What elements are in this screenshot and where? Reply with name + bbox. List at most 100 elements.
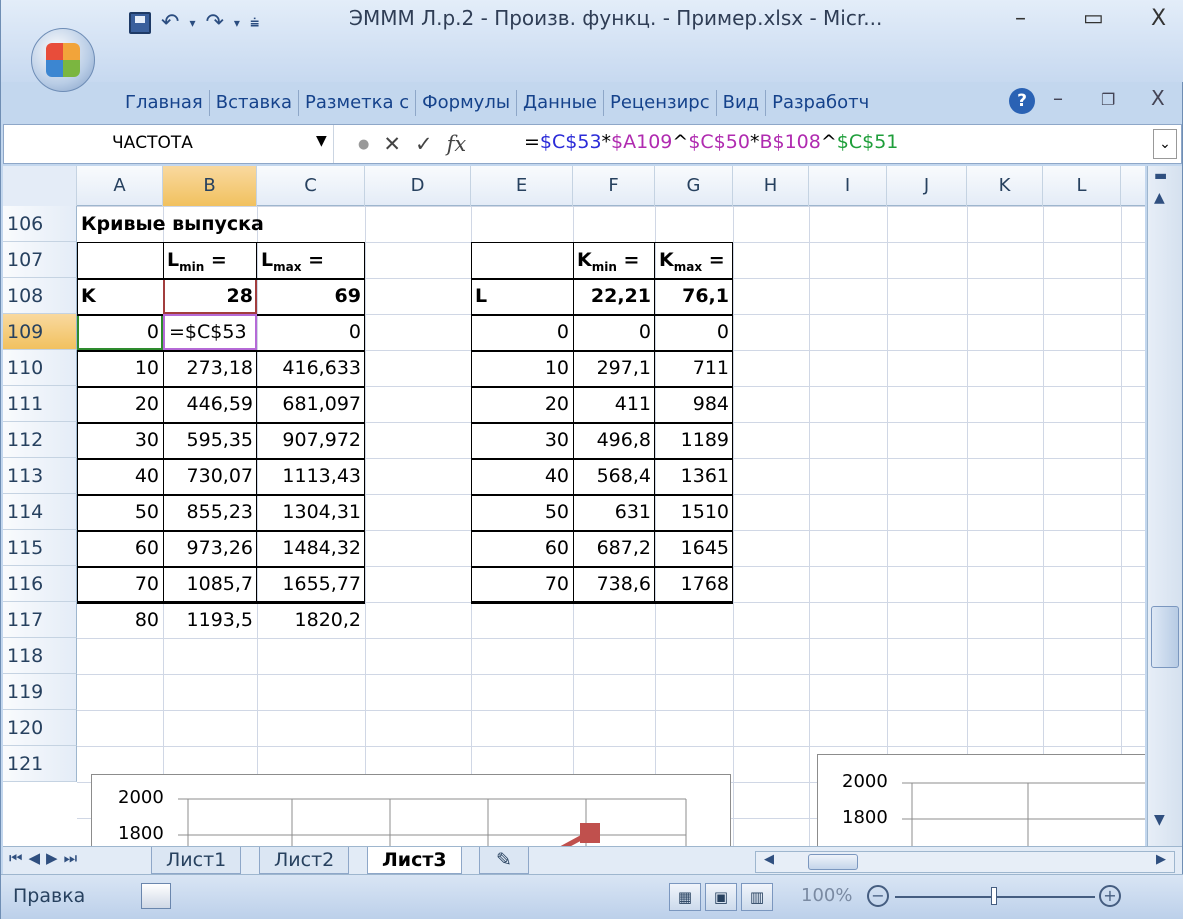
scroll-down-icon[interactable]: ▼ [1154, 812, 1165, 828]
horizontal-scrollbar[interactable]: ◀ ▶ [755, 851, 1175, 873]
table2-cell[interactable]: 568,4 [573, 458, 655, 494]
redo-dropdown-icon[interactable]: ▾ [234, 8, 240, 38]
table2-cell[interactable]: 10 [471, 350, 573, 386]
row-header[interactable]: 117 [3, 602, 77, 638]
page-break-view-icon[interactable]: ▥ [741, 883, 773, 911]
row-header[interactable]: 121 [3, 746, 77, 782]
column-header[interactable]: D [365, 166, 471, 206]
row-header[interactable]: 119 [3, 674, 77, 710]
table1-cell[interactable]: 1820,2 [257, 602, 365, 638]
column-header[interactable]: E [471, 166, 573, 206]
row-header[interactable]: 111 [3, 386, 77, 422]
table1-cell[interactable]: 70 [77, 566, 163, 602]
sheet-tab-1[interactable]: Лист1 [151, 847, 242, 874]
table1-cell[interactable]: 907,972 [257, 422, 365, 458]
column-header[interactable]: I [809, 166, 887, 206]
table1-cell[interactable]: 1113,43 [257, 458, 365, 494]
table1-cell[interactable]: 1655,77 [257, 566, 365, 602]
table2-cell[interactable]: 1510 [655, 494, 733, 530]
zoom-out-icon[interactable]: − [867, 885, 889, 907]
row-header[interactable]: 108 [3, 278, 77, 314]
zoom-slider-thumb[interactable] [991, 887, 997, 905]
table1-cell[interactable]: 50 [77, 494, 163, 530]
customize-qat-icon[interactable]: ⩧ [250, 8, 259, 38]
row-header[interactable]: 118 [3, 638, 77, 674]
ribbon-restore-button[interactable]: ❐ [1101, 90, 1115, 109]
column-header[interactable]: A [77, 166, 163, 206]
table2-cell[interactable]: 631 [573, 494, 655, 530]
table2-cell[interactable]: 711 [655, 350, 733, 386]
column-header[interactable]: C [257, 166, 365, 206]
insert-function-icon[interactable]: fx [447, 132, 467, 156]
tab-home[interactable]: Главная [119, 90, 210, 116]
table1-cell[interactable]: 730,07 [163, 458, 257, 494]
formula-input[interactable]: =$C$53*$A109^$C$50*B$108^$C$51 [524, 131, 898, 153]
tab-view[interactable]: Вид [717, 90, 767, 116]
sheet-heading[interactable]: Кривые выпуска [81, 206, 264, 242]
sheet-tab-3[interactable]: Лист3 [367, 847, 462, 874]
row-header[interactable]: 110 [3, 350, 77, 386]
table2-cell[interactable]: 0 [471, 314, 573, 350]
table1-cell[interactable]: 855,23 [163, 494, 257, 530]
table2-cell[interactable]: 411 [573, 386, 655, 422]
table2-cell[interactable]: 20 [471, 386, 573, 422]
kmax-value[interactable]: 76,1 [655, 278, 733, 314]
table1-cell[interactable]: 681,097 [257, 386, 365, 422]
tab-developer[interactable]: Разработч [766, 90, 875, 116]
l-label[interactable]: L [475, 278, 487, 314]
table1-cell[interactable]: 30 [77, 422, 163, 458]
undo-icon[interactable]: ↶ [161, 8, 179, 38]
column-header[interactable]: H [733, 166, 809, 206]
tab-data[interactable]: Данные [517, 90, 604, 116]
chevron-down-icon[interactable]: ▼ [316, 133, 327, 149]
row-header[interactable]: 107 [3, 242, 77, 278]
table2-cell[interactable]: 1361 [655, 458, 733, 494]
table1-cell[interactable]: 273,18 [163, 350, 257, 386]
lmin-label[interactable]: Lmin = [167, 242, 227, 278]
ribbon-close-button[interactable]: X [1151, 86, 1165, 110]
sheet-tab-2[interactable]: Лист2 [259, 847, 350, 874]
table2-cell[interactable]: 1768 [655, 566, 733, 602]
undo-dropdown-icon[interactable]: ▾ [189, 8, 195, 38]
scroll-thumb[interactable] [1151, 606, 1179, 668]
table1-cell[interactable]: 20 [77, 386, 163, 422]
help-icon[interactable]: ? [1009, 88, 1035, 114]
scroll-up-icon[interactable]: ▲ [1154, 190, 1165, 206]
table1-cell[interactable]: 1304,31 [257, 494, 365, 530]
split-box-icon[interactable]: ▬ [1154, 168, 1167, 184]
sheet-nav-icons[interactable]: ⏮◀▶⏭ [9, 849, 83, 867]
tab-formulas[interactable]: Формулы [416, 90, 518, 116]
column-header[interactable]: K [967, 166, 1043, 206]
table2-cell[interactable]: 0 [655, 314, 733, 350]
table2-cell[interactable]: 297,1 [573, 350, 655, 386]
kmax-label[interactable]: Kmax = [659, 242, 725, 278]
table1-cell[interactable]: 40 [77, 458, 163, 494]
column-header[interactable]: F [573, 166, 655, 206]
table1-cell[interactable]: 446,59 [163, 386, 257, 422]
table2-cell[interactable]: 30 [471, 422, 573, 458]
table2-cell[interactable]: 1645 [655, 530, 733, 566]
chart-output-curves-1[interactable]: 2000 1800 1600 [91, 774, 731, 846]
ribbon-minimize-button[interactable]: – [1053, 86, 1063, 110]
table1-cell[interactable]: 0 [77, 314, 163, 350]
table2-cell[interactable]: 60 [471, 530, 573, 566]
scroll-left-icon[interactable]: ◀ [764, 852, 774, 867]
zoom-in-icon[interactable]: + [1099, 885, 1121, 907]
close-button[interactable]: X [1151, 6, 1166, 31]
k-label[interactable]: K [81, 278, 96, 314]
active-cell-b109[interactable]: =$C$53 [163, 314, 257, 350]
expand-formula-bar-icon[interactable]: ⌄ [1153, 129, 1177, 159]
tab-insert[interactable]: Вставка [210, 90, 300, 116]
normal-view-icon[interactable]: ▦ [669, 883, 701, 911]
kmin-value[interactable]: 22,21 [573, 278, 655, 314]
kmin-label[interactable]: Kmin = [577, 242, 639, 278]
table1-cell[interactable]: 0 [257, 314, 365, 350]
cancel-icon[interactable]: ✕ [383, 132, 401, 156]
table2-cell[interactable]: 738,6 [573, 566, 655, 602]
table2-cell[interactable]: 50 [471, 494, 573, 530]
column-header[interactable]: L [1043, 166, 1121, 206]
vertical-scrollbar[interactable]: ▬ ▲ ▼ [1147, 166, 1182, 846]
row-header[interactable]: 115 [3, 530, 77, 566]
row-header[interactable]: 112 [3, 422, 77, 458]
insert-sheet-icon[interactable]: ✎ [479, 847, 529, 874]
